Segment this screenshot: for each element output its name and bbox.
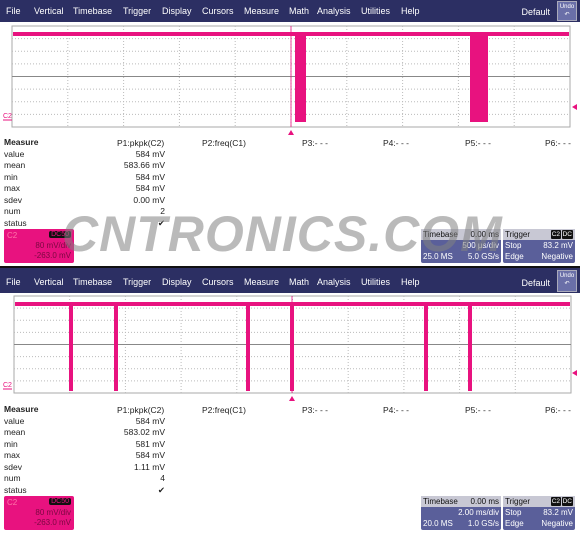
measure-row-label: min — [4, 438, 18, 449]
p1-value: 0.00 mV — [133, 194, 165, 205]
p1-value: 4 — [160, 473, 165, 483]
coupling-badge: DC50 — [49, 231, 71, 238]
trigger-position-marker-icon — [289, 396, 295, 401]
timebase-descriptor[interactable]: Timebase 0.00 ms 2.00 ms/div 20.0 MS 1.0 G… — [421, 496, 501, 530]
channel-c2-ground-marker: C2 — [3, 113, 12, 120]
p1-value: 584 mV — [135, 415, 165, 426]
measure-row-label: value — [4, 148, 25, 159]
trace-pulse — [295, 32, 306, 122]
measure-row-label: max — [4, 183, 21, 193]
trace-pulse — [69, 302, 73, 391]
param-6[interactable]: P6:- - - — [545, 405, 571, 415]
param-4[interactable]: P4:- - - — [383, 405, 409, 415]
param-6[interactable]: P6:- - - — [545, 138, 571, 148]
trace-pulse — [468, 302, 472, 391]
trigger-descriptor[interactable]: Trigger C2 DC Stop 83.2 mV Edge Negative — [503, 229, 575, 263]
measure-row-label: status — [4, 484, 27, 495]
p1-value: 584 mV — [135, 183, 165, 193]
p1-value: 1.11 mV — [133, 461, 165, 472]
channel-c2-ground-marker: C2 — [3, 382, 12, 389]
trace-pulse — [246, 302, 250, 391]
measure-table: Measure value mean min max sdev num status — [4, 404, 39, 496]
waveform-grid[interactable]: C2 — [0, 0, 580, 139]
channel-c2-descriptor[interactable]: C2 DC50 80 mV/div -263.0 mV — [4, 229, 74, 263]
timebase-descriptor[interactable]: Timebase 0.00 ms 500 µs/div 25.0 MS 5.0 GS… — [421, 229, 501, 263]
param-3[interactable]: P3:- - - — [302, 138, 328, 148]
measure-row-label: value — [4, 415, 25, 426]
p1-values: 584 mV 583.02 mV 581 mV 584 mV 1.11 mV 4 ✔ — [105, 416, 165, 497]
p1-value: 583.66 mV — [123, 160, 165, 170]
measure-title: Measure — [4, 137, 39, 147]
measure-row-label: num — [4, 206, 21, 216]
trace-pulse — [470, 32, 488, 122]
param-1[interactable]: P1:pkpk(C2) — [117, 138, 164, 148]
p1-value: ✔ — [157, 217, 165, 228]
param-1[interactable]: P1:pkpk(C2) — [117, 405, 164, 415]
p1-value: 584 mV — [135, 171, 165, 182]
measure-row-label: min — [4, 171, 18, 182]
waveform-grid[interactable]: C2 — [0, 266, 580, 405]
p1-value: 581 mV — [135, 438, 165, 449]
p1-value: ✔ — [157, 484, 165, 495]
scope-panel-2: File Vertical Timebase Trigger Display Cursor… — [0, 266, 580, 535]
param-4[interactable]: P4:- - - — [383, 138, 409, 148]
measure-row-label: num — [4, 473, 21, 483]
p1-value: 2 — [160, 206, 165, 216]
param-2[interactable]: P2:freq(C1) — [202, 138, 246, 148]
measure-row-label: mean — [4, 160, 26, 170]
scope-panel-1: File Vertical Timebase Trigger Display Cursor… — [0, 0, 580, 265]
trace-pulse — [114, 302, 118, 391]
trigger-level-marker-icon — [572, 370, 577, 376]
trigger-level-marker-icon — [572, 104, 577, 110]
measure-row-label: status — [4, 217, 27, 228]
measure-title: Measure — [4, 404, 39, 414]
measure-row-label: mean — [4, 427, 26, 437]
coupling-badge: DC50 — [49, 498, 71, 505]
param-5[interactable]: P5:- - - — [465, 405, 491, 415]
p1-value: 584 mV — [135, 450, 165, 460]
param-3[interactable]: P3:- - - — [302, 405, 328, 415]
measure-row-label: sdev — [4, 194, 22, 205]
trace-pulse — [424, 302, 428, 391]
measure-table: Measure value mean min max sdev num status — [4, 137, 39, 229]
trigger-position-marker-icon — [288, 130, 294, 135]
trigger-descriptor[interactable]: Trigger C2 DC Stop 83.2 mV Edge Negative — [503, 496, 575, 530]
measure-row-label: sdev — [4, 461, 22, 472]
param-5[interactable]: P5:- - - — [465, 138, 491, 148]
measure-row-label: max — [4, 450, 21, 460]
p1-value: 583.02 mV — [123, 427, 165, 437]
p1-values: 584 mV 583.66 mV 584 mV 584 mV 0.00 mV 2 ✔ — [105, 149, 165, 230]
p1-value: 584 mV — [135, 148, 165, 159]
param-2[interactable]: P2:freq(C1) — [202, 405, 246, 415]
channel-c2-descriptor[interactable]: C2 DC50 80 mV/div -263.0 mV — [4, 496, 74, 530]
